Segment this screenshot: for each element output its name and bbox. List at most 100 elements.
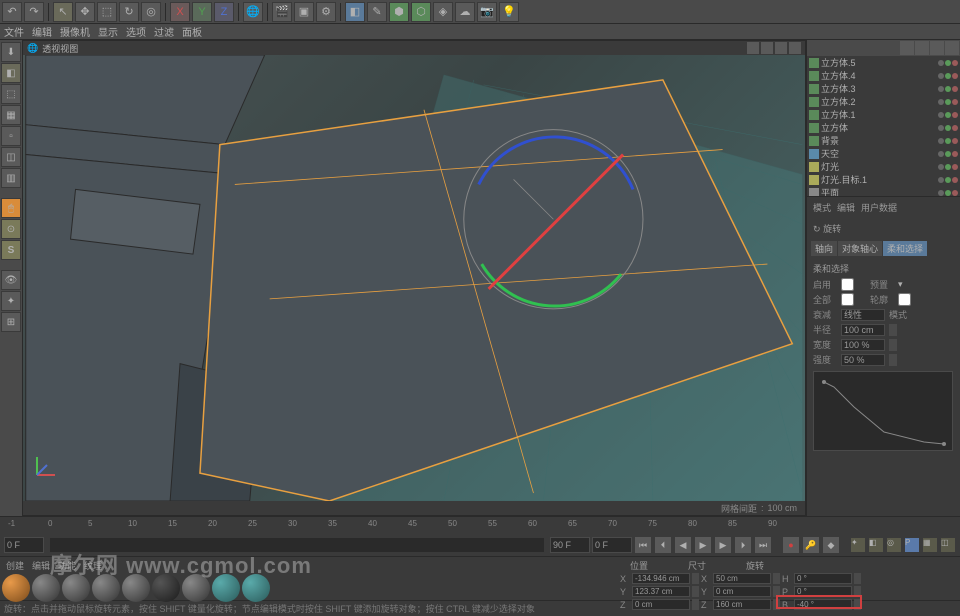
hierarchy-item[interactable]: 立方体.3 [807,82,960,95]
rot-h-input[interactable] [794,573,852,584]
y-axis-button[interactable]: Y [192,2,212,22]
menu-edit[interactable]: 编辑 [32,24,52,39]
rotate-tool[interactable]: ↻ [119,2,139,22]
spinner-icon[interactable] [692,599,699,610]
redo-button[interactable]: ↷ [24,2,44,22]
keyframe-button[interactable]: ◆ [822,536,840,554]
attrib-tab-edit[interactable]: 编辑 [837,201,855,214]
time-slider[interactable] [50,538,544,552]
menu-options[interactable]: 选项 [126,24,146,39]
spinner-icon[interactable] [773,599,780,610]
spline-button[interactable]: ✎ [367,2,387,22]
workplane-button[interactable]: ▦ [1,105,21,125]
hierarchy-item[interactable]: 灯光 [807,160,960,173]
material-sphere[interactable] [32,574,60,602]
material-sphere[interactable] [242,574,270,602]
spinner-icon[interactable] [889,324,897,336]
edge-checkbox[interactable] [898,293,911,306]
size-x-input[interactable] [713,573,771,584]
coord-system-button[interactable]: 🌐 [243,2,263,22]
tweak-button[interactable]: 🖱 [1,198,21,218]
panel-icon[interactable] [900,41,914,55]
point-mode-button[interactable]: ▫ [1,126,21,146]
goto-end-button[interactable]: ⏭ [754,536,772,554]
camera-button[interactable]: 📷 [477,2,497,22]
viewport-nav-icon[interactable] [761,42,773,54]
generator-button[interactable]: ⬢ [389,2,409,22]
attrib-tab-userdata[interactable]: 用户数据 [861,201,897,214]
subtab-axis[interactable]: 轴向 [811,241,837,256]
render-view-button[interactable]: 🎬 [272,2,292,22]
primitive-button[interactable]: ◧ [345,2,365,22]
opt-button[interactable]: ◫ [940,537,956,553]
make-editable-button[interactable]: ⬇ [1,42,21,62]
render-region-button[interactable]: ▣ [294,2,314,22]
normals-button[interactable]: ⊞ [1,312,21,332]
spinner-icon[interactable] [854,599,861,610]
select-tool[interactable]: ↖ [53,2,73,22]
panel-icon[interactable] [930,41,944,55]
play-button[interactable]: ▶ [694,536,712,554]
opt-button[interactable]: ▦ [922,537,938,553]
viewport[interactable]: 🌐 透视视图 [22,40,806,516]
material-sphere[interactable] [62,574,90,602]
hierarchy-item[interactable]: 灯光.目标.1 [807,173,960,186]
axis-button[interactable]: ✦ [1,291,21,311]
last-tool[interactable]: ◎ [141,2,161,22]
spinner-icon[interactable] [889,339,897,351]
panel-icon[interactable] [915,41,929,55]
prev-key-button[interactable]: ⏴ [654,536,672,554]
edge-mode-button[interactable]: ◫ [1,147,21,167]
viewport-nav-icon[interactable] [747,42,759,54]
goto-start-button[interactable]: ⏮ [634,536,652,554]
texture-mode-button[interactable]: ⬚ [1,84,21,104]
render-settings-button[interactable]: ⚙ [316,2,336,22]
snap-button[interactable]: ⊙ [1,219,21,239]
frame-current-input[interactable] [592,537,632,553]
material-sphere[interactable] [212,574,240,602]
material-sphere[interactable] [122,574,150,602]
menu-panel[interactable]: 面板 [182,24,202,39]
hierarchy-item[interactable]: 立方体.2 [807,95,960,108]
object-hierarchy[interactable]: 立方体.5立方体.4立方体.3立方体.2立方体.1立方体背景天空灯光灯光.目标.… [807,56,960,196]
model-mode-button[interactable]: ◧ [1,63,21,83]
subtab-object-axis[interactable]: 对象轴心 [838,241,882,256]
prev-frame-button[interactable]: ◀ [674,536,692,554]
scale-tool[interactable]: ⬚ [97,2,117,22]
environment-button[interactable]: ☁ [455,2,475,22]
hierarchy-item[interactable]: 立方体 [807,121,960,134]
soft-select-button[interactable]: S [1,240,21,260]
next-key-button[interactable]: ⏵ [734,536,752,554]
size-z-input[interactable] [713,599,771,610]
hierarchy-item[interactable]: 立方体.5 [807,56,960,69]
menu-filter[interactable]: 过滤 [154,24,174,39]
width-input[interactable] [841,339,885,351]
hierarchy-item[interactable]: 立方体.4 [807,69,960,82]
z-axis-button[interactable]: Z [214,2,234,22]
rot-p-input[interactable] [794,586,852,597]
record-button[interactable]: ● [782,536,800,554]
spinner-icon[interactable] [773,573,780,584]
x-axis-button[interactable]: X [170,2,190,22]
frame-start-input[interactable] [4,537,44,553]
falloff-select[interactable] [841,309,885,321]
strength-input[interactable] [841,354,885,366]
menu-camera[interactable]: 摄像机 [60,24,90,39]
time-ruler[interactable]: -1051015202530354045505560657075808590 [0,517,960,533]
mat-tab-edit[interactable]: 编辑 [32,559,50,572]
opt-button[interactable]: P [904,537,920,553]
opt-button[interactable]: ◧ [868,537,884,553]
menu-file[interactable]: 文件 [4,24,24,39]
material-sphere[interactable] [182,574,210,602]
viewport-nav-icon[interactable] [775,42,787,54]
material-sphere[interactable] [152,574,180,602]
hierarchy-item[interactable]: 平面 [807,186,960,196]
frame-end-input[interactable] [550,537,590,553]
hierarchy-item[interactable]: 天空 [807,147,960,160]
mat-tab-texture[interactable]: 纹理 [84,559,102,572]
move-tool[interactable]: ✥ [75,2,95,22]
rot-b-input[interactable] [794,599,852,610]
mat-tab-function[interactable]: 功能 [58,559,76,572]
opt-button[interactable]: ◎ [886,537,902,553]
size-y-input[interactable] [713,586,771,597]
